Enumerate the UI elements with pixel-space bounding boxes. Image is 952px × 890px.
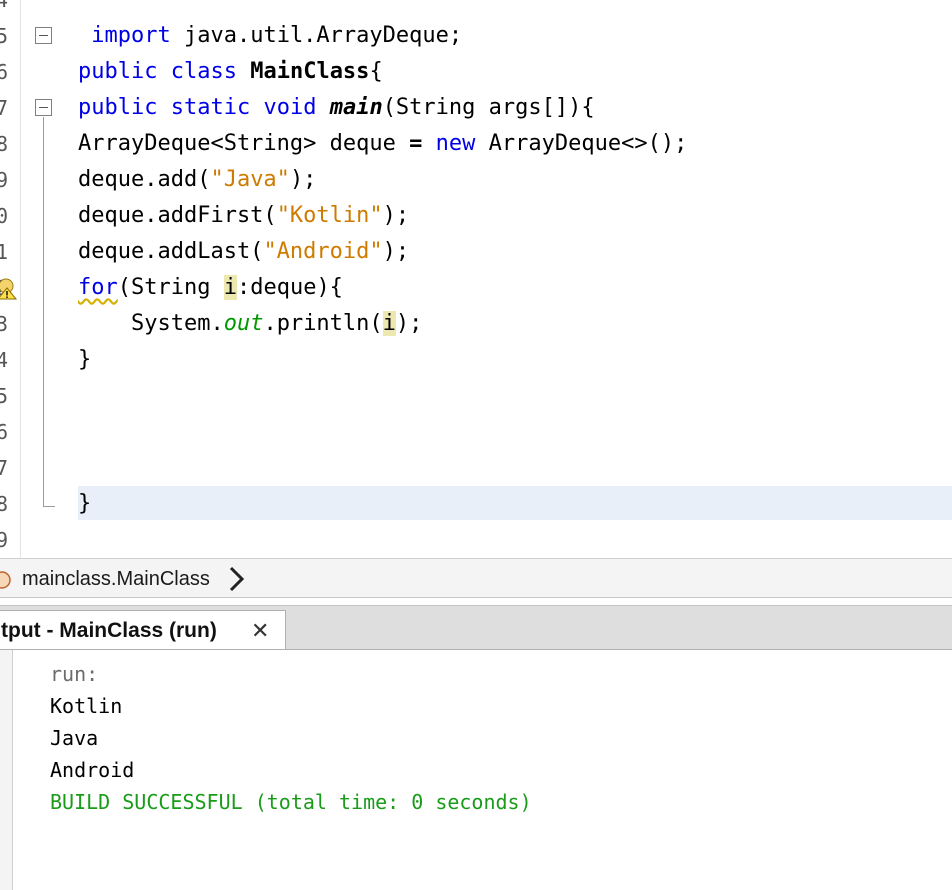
line-number: 7 [0,96,9,120]
code-line[interactable]: deque.addLast("Android"); [78,234,409,270]
code-line[interactable]: } [78,486,91,522]
code-line[interactable]: for(String i:deque){ [78,270,343,306]
code-line[interactable]: ArrayDeque<String> deque = new ArrayDequ… [78,126,687,162]
code-line[interactable]: public static void main(String args[]){ [78,90,595,126]
close-icon[interactable]: ✕ [251,611,269,651]
line-number: 0 [0,204,9,228]
code-token: (String args[]){ [382,95,595,120]
output-line: Kotlin [50,694,123,718]
code-line[interactable]: public class MainClass{ [78,54,383,90]
line-number: 9 [0,168,9,192]
code-token: MainClass [250,59,370,84]
code-line[interactable]: } [78,342,91,378]
line-number: 4 [0,348,9,372]
code-token: main [329,95,383,120]
output-side-toolbar [0,650,13,890]
code-token: = [409,131,423,156]
line-number: 9 [0,528,9,552]
line-number: 8 [0,132,9,156]
code-token: (String [117,275,224,300]
code-token: { [369,59,383,84]
code-line[interactable]: System.out.println(i); [78,306,422,342]
breadcrumb: mainclass.MainClass [0,558,952,598]
code-token: ); [382,203,410,228]
code-token: import [91,23,171,48]
code-token: .println( [263,311,383,336]
code-line[interactable]: deque.add("Java"); [78,162,316,198]
output-console[interactable]: run: Kotlin Java Android BUILD SUCCESSFUL (t… [0,649,952,890]
code-token: } [78,491,92,516]
code-token: for [78,275,118,300]
collapse-icon[interactable] [35,99,52,116]
line-number: 1 [0,240,9,264]
code-token: :deque){ [236,275,343,300]
ide-window: 4567890123456789 import java.util.ArrayD… [0,0,952,890]
code-token: deque.add( [78,167,211,192]
code-token: public [78,95,158,120]
class-node-icon [0,571,11,589]
code-token: ArrayDeque<>(); [475,131,688,156]
code-editor[interactable]: 4567890123456789 import java.util.ArrayD… [0,0,952,558]
output-line: Java [50,726,99,750]
code-token: new [435,131,476,156]
code-token: void [263,95,317,120]
collapse-icon[interactable] [35,27,52,44]
code-token: ); [395,311,423,336]
line-number: 6 [0,60,9,84]
line-number: 6 [0,420,9,444]
warning-bulb-icon[interactable] [0,278,18,300]
code-token: out [223,311,264,336]
code-line[interactable]: import java.util.ArrayDeque; [78,18,462,54]
code-token: i [223,275,237,300]
code-token: static [170,95,251,120]
output-tab-bar: tput - MainClass (run) ✕ [0,605,952,650]
code-token: java.util.ArrayDeque; [170,23,463,48]
code-token: deque.addFirst( [78,203,277,228]
line-number: 7 [0,456,9,480]
code-token: } [78,347,92,372]
fold-end-marker [43,506,55,507]
code-token: ArrayDeque<String> deque [78,131,410,156]
code-token: System. [78,311,224,336]
line-number: 3 [0,312,9,336]
tab-output-mainclass[interactable]: tput - MainClass (run) ✕ [0,610,286,650]
code-token: "Java" [210,167,290,192]
output-line: Android [50,758,135,782]
breadcrumb-path[interactable]: mainclass.MainClass [22,559,210,599]
code-token: class [170,59,237,84]
current-line-highlight [78,486,952,520]
chevron-right-icon[interactable] [226,565,248,593]
output-line: run: [50,662,99,686]
line-number: 5 [0,384,9,408]
line-number: 4 [0,0,9,12]
code-token: ); [382,239,410,264]
output-line: BUILD SUCCESSFUL (total time: 0 seconds) [50,790,532,814]
code-token: deque.addLast( [78,239,264,264]
code-token: ); [289,167,317,192]
fold-guide [43,117,44,506]
line-number: 5 [0,24,9,48]
tab-label: tput - MainClass (run) [1,619,217,642]
code-line[interactable]: deque.addFirst("Kotlin"); [78,198,409,234]
line-number: 8 [0,492,9,516]
code-token: public [78,59,158,84]
code-token: "Kotlin" [276,203,383,228]
code-area[interactable]: import java.util.ArrayDeque; public class… [60,0,952,558]
code-token: "Android" [263,239,383,264]
code-token: i [382,311,396,336]
